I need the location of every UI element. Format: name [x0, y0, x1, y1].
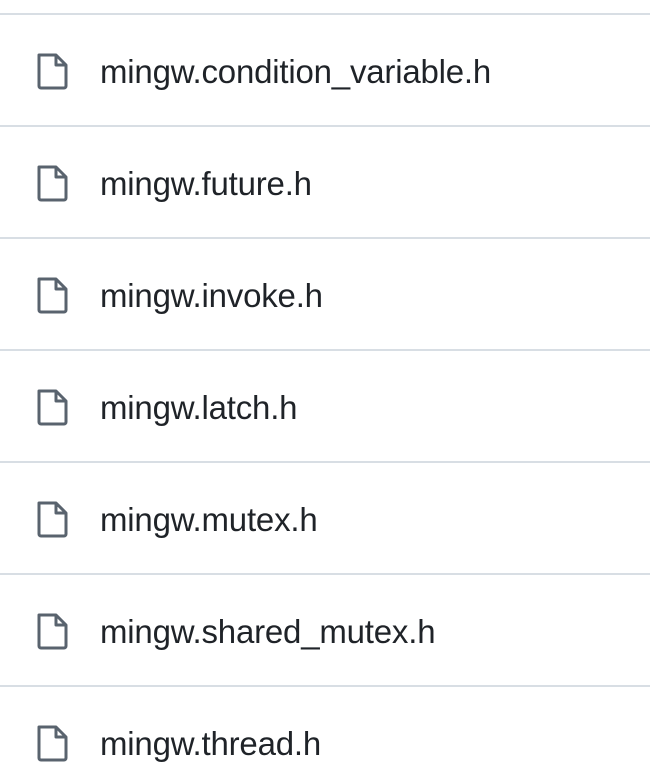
- file-list: mingw.condition_variable.h mingw.future.…: [0, 0, 650, 782]
- file-icon: [34, 52, 70, 90]
- file-row[interactable]: mingw.mutex.h: [0, 463, 650, 575]
- file-name[interactable]: mingw.condition_variable.h: [100, 52, 491, 92]
- file-name[interactable]: mingw.thread.h: [100, 724, 321, 764]
- file-name[interactable]: mingw.future.h: [100, 164, 312, 204]
- file-icon: [34, 724, 70, 762]
- file-name[interactable]: mingw.invoke.h: [100, 276, 323, 316]
- file-icon: [34, 500, 70, 538]
- file-row[interactable]: mingw.shared_mutex.h: [0, 575, 650, 687]
- file-icon: [34, 388, 70, 426]
- file-icon: [34, 164, 70, 202]
- file-name[interactable]: mingw.mutex.h: [100, 500, 318, 540]
- file-icon: [34, 276, 70, 314]
- file-name[interactable]: mingw.latch.h: [100, 388, 298, 428]
- file-icon: [34, 612, 70, 650]
- file-row[interactable]: mingw.condition_variable.h: [0, 15, 650, 127]
- file-row[interactable]: mingw.thread.h: [0, 687, 650, 782]
- file-name[interactable]: mingw.shared_mutex.h: [100, 612, 436, 652]
- file-row[interactable]: mingw.invoke.h: [0, 239, 650, 351]
- file-row[interactable]: mingw.latch.h: [0, 351, 650, 463]
- file-row[interactable]: mingw.future.h: [0, 127, 650, 239]
